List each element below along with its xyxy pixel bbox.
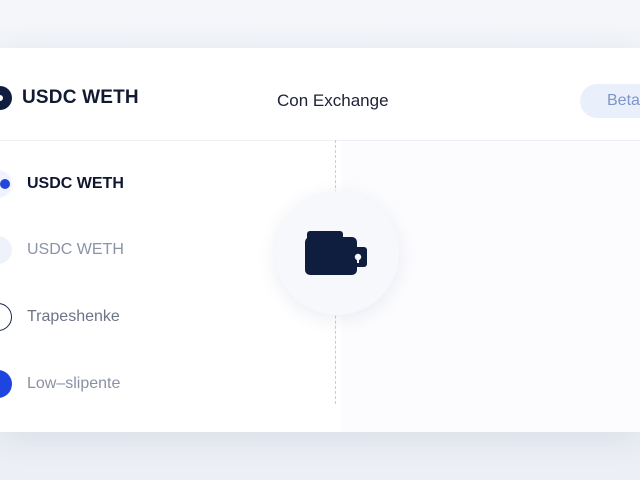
list-item[interactable]: Trapeshenke xyxy=(0,297,260,337)
list-item-label: USDC WETH xyxy=(27,241,124,258)
beta-badge[interactable]: Beta xyxy=(580,84,640,118)
app-stage: USDC WETH Con Exchange Beta USDC WETH US… xyxy=(0,0,640,480)
page-title: Con Exchange xyxy=(277,91,389,110)
radio-filled-icon xyxy=(0,370,12,398)
list-item[interactable]: USDC WETH xyxy=(0,164,260,204)
token-glyph-icon xyxy=(0,95,3,101)
list-item-label: USDC WETH xyxy=(27,175,124,192)
exchange-card: USDC WETH Con Exchange Beta USDC WETH US… xyxy=(0,48,640,432)
radio-active-icon xyxy=(0,170,12,198)
wallet-icon xyxy=(305,231,367,275)
list-item-label: Low–slipente xyxy=(27,375,121,392)
card-header: USDC WETH Con Exchange Beta xyxy=(0,48,640,141)
brand-title: USDC WETH xyxy=(22,87,139,108)
brand-logo-icon xyxy=(0,86,12,110)
radio-muted-icon xyxy=(0,236,12,264)
wallet-button[interactable] xyxy=(275,191,399,315)
radio-outline-icon xyxy=(0,303,12,331)
brand[interactable]: USDC WETH xyxy=(0,86,139,110)
list-item[interactable]: USDC WETH xyxy=(0,230,260,270)
list-item-label: Trapeshenke xyxy=(27,308,120,325)
list-item[interactable]: Low–slipente xyxy=(0,364,260,404)
